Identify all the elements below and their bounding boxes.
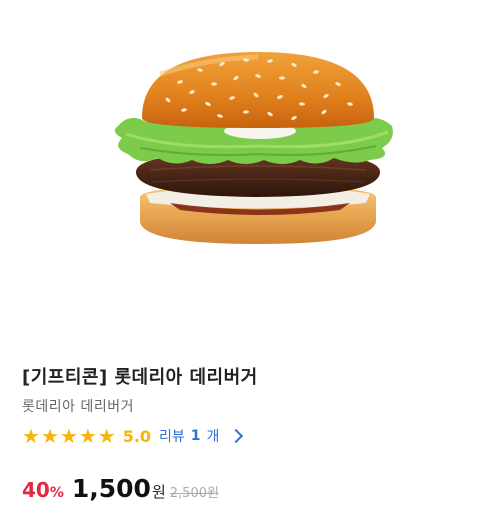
star-rating: ★ ★ ★ ★ ★ — [22, 426, 117, 446]
product-title: [기프티콘] 롯데리아 데리버거 — [22, 367, 258, 388]
star-icon: ★ — [40, 424, 59, 448]
star-icon: ★ — [97, 424, 116, 448]
product-info: [기프티콘] 롯데리아 데리버거 롯데리아 데리버거 ★ ★ ★ ★ ★ 5.0… — [22, 366, 482, 448]
rating-row: ★ ★ ★ ★ ★ 5.0 리뷰 1 개 — [22, 424, 482, 448]
star-icon: ★ — [22, 424, 40, 448]
price-row: 40% 1,500 원 2,500원 — [22, 474, 219, 503]
review-label: 리뷰 — [159, 429, 185, 445]
currency-unit: 원 — [151, 483, 166, 501]
discount-rate: 40% — [22, 478, 64, 502]
review-link[interactable]: 리뷰 1 개 — [159, 426, 244, 446]
star-icon: ★ — [59, 424, 78, 448]
rating-score: 5.0 — [122, 426, 152, 446]
original-price: 2,500원 — [169, 486, 219, 501]
sale-price: 1,500 — [71, 474, 151, 503]
burger-image — [114, 52, 393, 244]
review-count: 1 — [190, 428, 201, 444]
chevron-right-icon — [229, 428, 244, 444]
star-icon: ★ — [78, 424, 97, 448]
product-image — [0, 0, 500, 350]
brand-name: 롯데리아 데리버거 — [22, 399, 134, 415]
discount-suffix: % — [49, 485, 64, 501]
discount-value: 40 — [22, 478, 50, 502]
review-unit: 개 — [206, 429, 220, 445]
